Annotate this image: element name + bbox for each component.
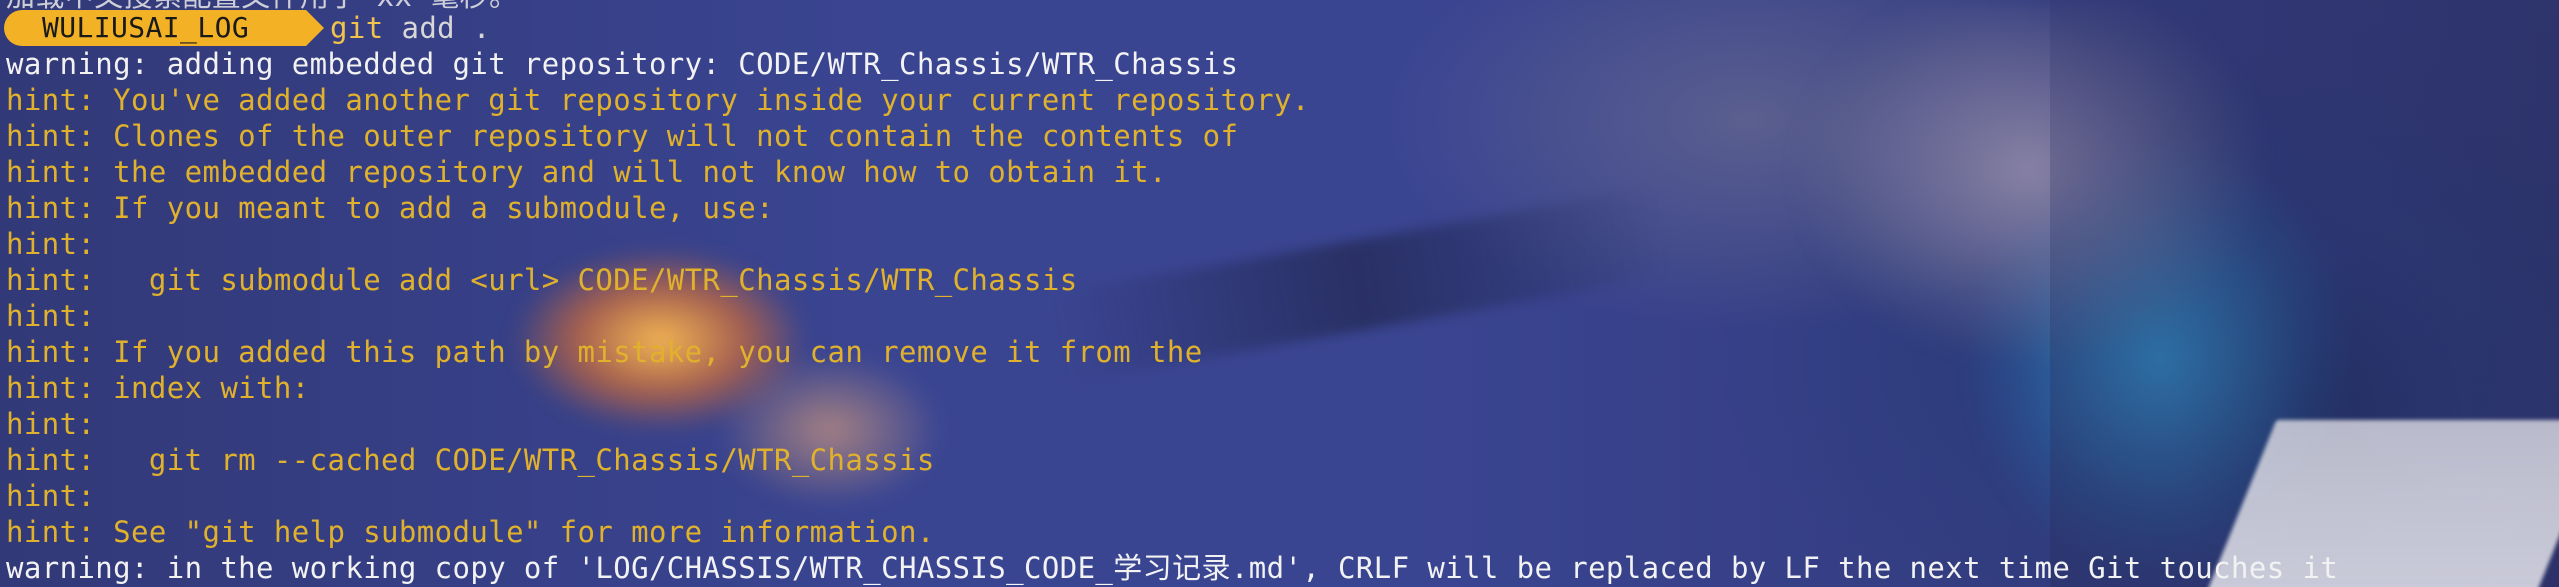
output-line: hint: git rm --cached CODE/WTR_Chassis/W… — [6, 443, 935, 477]
output-line: warning: in the working copy of 'LOG/CHA… — [6, 551, 2339, 585]
command-line[interactable]: git add . — [330, 10, 491, 46]
terminal-window[interactable]: 加载中文搜索配置文件用了 xx 毫秒。 WULIUSAI_LOG git add… — [0, 0, 2559, 587]
prompt-cwd-label: WULIUSAI_LOG — [42, 11, 250, 44]
output-line: hint: If you meant to add a submodule, u… — [6, 191, 774, 225]
output-line: warning: adding embedded git repository:… — [6, 47, 1239, 81]
output-line: hint: — [6, 227, 96, 261]
output-line: hint: — [6, 407, 96, 441]
output-line: hint: git submodule add <url> CODE/WTR_C… — [6, 263, 1078, 297]
output-line: hint: See "git help submodule" for more … — [6, 515, 935, 549]
output-line: hint: Clones of the outer repository wil… — [6, 119, 1239, 153]
output-line: hint: You've added another git repositor… — [6, 83, 1310, 117]
output-line: hint: — [6, 479, 96, 513]
output-line: hint: the embedded repository and will n… — [6, 155, 1167, 189]
output-line: hint: — [6, 299, 96, 333]
command-name: git — [330, 11, 384, 45]
output-line: hint: index with: — [6, 371, 310, 405]
output-line: hint: If you added this path by mistake,… — [6, 335, 1203, 369]
command-args: add . — [383, 11, 491, 45]
